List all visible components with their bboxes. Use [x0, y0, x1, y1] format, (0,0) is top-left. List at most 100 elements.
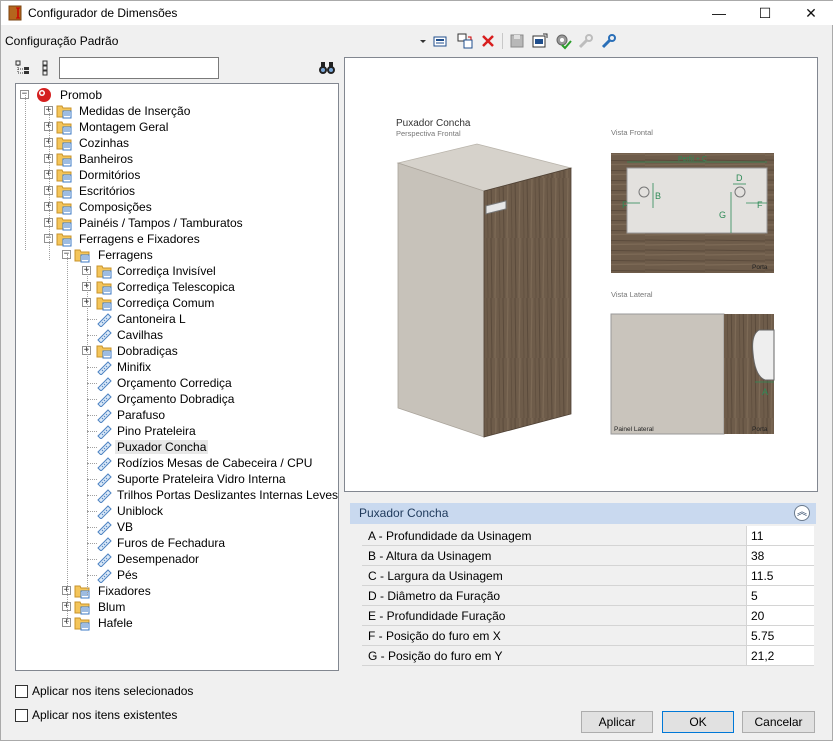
- ok-button[interactable]: OK: [662, 711, 734, 733]
- tree-node-label[interactable]: Pés: [115, 568, 140, 582]
- tree-node-label[interactable]: Pino Prateleira: [115, 424, 198, 438]
- property-value[interactable]: 38: [751, 549, 764, 563]
- apply-existing-checkbox[interactable]: [15, 709, 28, 722]
- tree-node[interactable]: − Promob: [16, 87, 338, 103]
- tree-node-label[interactable]: Dormitórios: [77, 168, 142, 182]
- export-icon[interactable]: [531, 32, 549, 50]
- tree-node-label-selected[interactable]: Puxador Concha: [115, 440, 209, 454]
- tree-node-label[interactable]: Ferragens: [96, 248, 155, 262]
- tree-node[interactable]: Uniblock: [16, 503, 338, 519]
- binoculars-icon[interactable]: [318, 60, 336, 76]
- tool-icon[interactable]: [600, 32, 618, 50]
- tree-node-label[interactable]: Corrediça Invisível: [115, 264, 218, 278]
- import-icon[interactable]: [431, 32, 449, 50]
- property-row[interactable]: G - Posição do furo em Y 21,2: [362, 646, 814, 666]
- tree-node-label[interactable]: Painéis / Tampos / Tamburatos: [77, 216, 245, 230]
- property-value[interactable]: 20: [751, 609, 764, 623]
- tree-node[interactable]: Furos de Fechadura: [16, 535, 338, 551]
- tree-node[interactable]: + Cozinhas: [16, 135, 338, 151]
- tree-node[interactable]: + Blum: [16, 599, 338, 615]
- tree-node-label[interactable]: Ferragens e Fixadores: [77, 232, 202, 246]
- minimize-button[interactable]: —: [696, 1, 742, 25]
- tree-node-label[interactable]: Fixadores: [96, 584, 153, 598]
- tree-node[interactable]: VB: [16, 519, 338, 535]
- property-row[interactable]: E - Profundidade Furação 20: [362, 606, 814, 626]
- tree-node-label[interactable]: Rodízios Mesas de Cabeceira / CPU: [115, 456, 314, 470]
- tree-node[interactable]: − Ferragens e Fixadores: [16, 231, 338, 247]
- tree-node[interactable]: + Montagem Geral: [16, 119, 338, 135]
- collapse-icon[interactable]: ︽: [794, 505, 810, 521]
- tree-node-label[interactable]: Suporte Prateleira Vidro Interna: [115, 472, 288, 486]
- tree-node-label[interactable]: Uniblock: [115, 504, 165, 518]
- tree-node[interactable]: Orçamento Corrediça: [16, 375, 338, 391]
- save-icon[interactable]: [508, 32, 526, 50]
- config-name[interactable]: Configuração Padrão: [5, 34, 118, 48]
- tree-node-label[interactable]: Cantoneira L: [115, 312, 188, 326]
- tree-node-label[interactable]: Composições: [77, 200, 154, 214]
- tree-node-label[interactable]: Banheiros: [77, 152, 135, 166]
- tree-node-label[interactable]: Cavilhas: [115, 328, 165, 342]
- property-row[interactable]: F - Posição do furo em X 5.75: [362, 626, 814, 646]
- tree-node-label[interactable]: Minifix: [115, 360, 153, 374]
- tree-node-label[interactable]: Furos de Fechadura: [115, 536, 227, 550]
- apply-selected-checkbox[interactable]: [15, 685, 28, 698]
- tool-disabled-icon[interactable]: [577, 32, 595, 50]
- tree-node[interactable]: Cantoneira L: [16, 311, 338, 327]
- tree-node-label[interactable]: Parafuso: [115, 408, 167, 422]
- tree-node[interactable]: + Banheiros: [16, 151, 338, 167]
- delete-icon[interactable]: [479, 32, 497, 50]
- tree-node-label[interactable]: Escritórios: [77, 184, 137, 198]
- copy-config-icon[interactable]: [456, 32, 474, 50]
- tree-node[interactable]: Minifix: [16, 359, 338, 375]
- tree-node[interactable]: Pino Prateleira: [16, 423, 338, 439]
- tree-node[interactable]: Pés: [16, 567, 338, 583]
- tree-node[interactable]: + Corrediça Invisível: [16, 263, 338, 279]
- tree-node[interactable]: Cavilhas: [16, 327, 338, 343]
- properties-header[interactable]: Puxador Concha ︽: [350, 503, 816, 524]
- property-row[interactable]: C - Largura da Usinagem 11.5: [362, 566, 814, 586]
- property-value[interactable]: 11: [751, 529, 763, 543]
- cancel-button[interactable]: Cancelar: [742, 711, 815, 733]
- tree-node-label[interactable]: Promob: [58, 88, 104, 102]
- tree-node-label[interactable]: Medidas de Inserção: [77, 104, 192, 118]
- tree-node[interactable]: Desempenador: [16, 551, 338, 567]
- tree-node[interactable]: + Painéis / Tampos / Tamburatos: [16, 215, 338, 231]
- tree-node[interactable]: Suporte Prateleira Vidro Interna: [16, 471, 338, 487]
- tree-node[interactable]: Parafuso: [16, 407, 338, 423]
- tree-node[interactable]: + Corrediça Telescopica: [16, 279, 338, 295]
- property-value[interactable]: 11.5: [751, 569, 773, 583]
- apply-button[interactable]: Aplicar: [581, 711, 653, 733]
- tree-node[interactable]: Orçamento Dobradiça: [16, 391, 338, 407]
- tree-node-label[interactable]: Montagem Geral: [77, 120, 170, 134]
- property-row[interactable]: A - Profundidade da Usinagem 11: [362, 526, 814, 546]
- tree-node[interactable]: Puxador Concha: [16, 439, 338, 455]
- tree-node-label[interactable]: Cozinhas: [77, 136, 131, 150]
- tree-node[interactable]: + Medidas de Inserção: [16, 103, 338, 119]
- tree-node[interactable]: Trilhos Portas Deslizantes Internas Leve…: [16, 487, 338, 503]
- tree-node[interactable]: − Ferragens: [16, 247, 338, 263]
- settings-check-icon[interactable]: [554, 32, 572, 50]
- property-value[interactable]: 5.75: [751, 629, 774, 643]
- dropdown-arrow-icon[interactable]: [418, 32, 428, 50]
- property-value[interactable]: 5: [751, 589, 758, 603]
- tree-node[interactable]: + Escritórios: [16, 183, 338, 199]
- search-input[interactable]: [59, 57, 219, 79]
- collapse-all-icon[interactable]: [39, 60, 55, 76]
- tree-node-label[interactable]: Corrediça Telescopica: [115, 280, 237, 294]
- tree-node-label[interactable]: Desempenador: [115, 552, 201, 566]
- tree-node[interactable]: + Composições: [16, 199, 338, 215]
- tree-node-label[interactable]: Blum: [96, 600, 127, 614]
- property-value[interactable]: 21,2: [751, 649, 774, 663]
- category-tree[interactable]: − Promob + Medidas de Inserção + Montagem Ger…: [15, 83, 339, 671]
- tree-node[interactable]: + Dobradiças: [16, 343, 338, 359]
- tree-node[interactable]: + Fixadores: [16, 583, 338, 599]
- tree-node-label[interactable]: Dobradiças: [115, 344, 180, 358]
- tree-node[interactable]: + Corrediça Comum: [16, 295, 338, 311]
- maximize-button[interactable]: ☐: [742, 1, 788, 25]
- close-button[interactable]: ✕: [788, 1, 833, 25]
- property-row[interactable]: B - Altura da Usinagem 38: [362, 546, 814, 566]
- tree-node-label[interactable]: Corrediça Comum: [115, 296, 216, 310]
- tree-node-label[interactable]: Orçamento Dobradiça: [115, 392, 236, 406]
- tree-node-label[interactable]: Hafele: [96, 616, 135, 630]
- expand-all-icon[interactable]: [15, 60, 31, 76]
